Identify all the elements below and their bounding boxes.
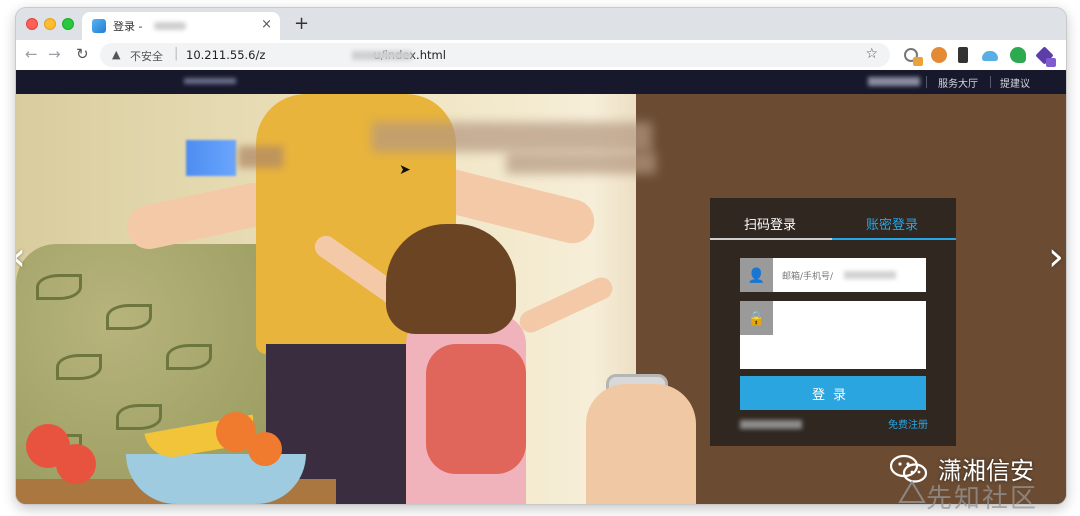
tab-underline: [710, 238, 832, 240]
minimize-window-button[interactable]: [44, 18, 56, 30]
web-page: 服务大厅 提建议 ➤ › 扫码登录 账密登录 👤 邮箱/手机号/ 🔒 登录 免费…: [16, 70, 1066, 504]
close-window-button[interactable]: [26, 18, 38, 30]
site-top-nav: 服务大厅 提建议: [16, 70, 1066, 94]
site-favicon-icon: [92, 19, 106, 33]
illustration-girl-hair: [386, 224, 516, 334]
illustration-fruit: [56, 444, 96, 484]
password-input[interactable]: [773, 301, 926, 335]
back-icon[interactable]: ←: [25, 45, 38, 63]
maximize-window-button[interactable]: [62, 18, 74, 30]
nav-divider: [990, 76, 991, 88]
tab-strip: 登录 - × +: [16, 8, 1066, 40]
mouse-cursor-icon: ➤: [399, 162, 411, 178]
active-tab-underline: [832, 238, 956, 240]
browser-tab[interactable]: 登录 - ×: [82, 12, 280, 40]
extension-cookie-icon[interactable]: [931, 47, 947, 63]
browser-toolbar: ← → ↻ ▲ 不安全 | 10.211.55.6/zu/index.html …: [16, 40, 1066, 70]
login-button[interactable]: 登录: [740, 376, 926, 410]
watermark-subtitle: 先知社区: [926, 484, 1039, 514]
extension-badge: [1046, 58, 1056, 67]
address-bar[interactable]: ▲ 不安全 | 10.211.55.6/zu/index.html ☆: [100, 43, 890, 67]
password-field[interactable]: 🔒: [740, 301, 926, 369]
illustration-backpack: [426, 344, 526, 474]
redacted-logo: [186, 140, 236, 176]
url-separator: |: [174, 46, 179, 61]
redacted-slogan: [506, 152, 656, 174]
security-label[interactable]: 不安全: [130, 48, 163, 64]
new-tab-button[interactable]: +: [294, 13, 309, 34]
user-icon: 👤: [740, 258, 773, 292]
illustration-fruit-bowl: [126, 454, 306, 504]
forward-icon[interactable]: →: [48, 45, 61, 63]
tab-title: 登录 -: [113, 20, 143, 33]
reload-icon[interactable]: ↻: [76, 45, 89, 63]
illustration-father-hand: [586, 384, 696, 504]
username-field[interactable]: 👤 邮箱/手机号/: [740, 258, 926, 292]
close-tab-icon[interactable]: ×: [261, 17, 272, 32]
register-link[interactable]: 免费注册: [888, 416, 928, 431]
carousel-next-icon[interactable]: ›: [1048, 234, 1064, 280]
nav-divider: [926, 76, 927, 88]
xianzhi-logo-icon: [898, 480, 926, 503]
url-redacted: [352, 51, 412, 60]
tab-title-redacted: [154, 22, 186, 30]
bookmark-star-icon[interactable]: ☆: [865, 46, 878, 62]
warning-icon[interactable]: ▲: [112, 48, 120, 61]
forgot-password-link[interactable]: [740, 420, 802, 429]
login-panel: 扫码登录 账密登录 👤 邮箱/手机号/ 🔒 登录 免费注册: [710, 198, 956, 446]
nav-link-suggestion[interactable]: 提建议: [1000, 75, 1030, 90]
extension-badge: [913, 57, 923, 66]
tab-qr-login[interactable]: 扫码登录: [744, 214, 796, 233]
redacted-slogan: [372, 122, 652, 152]
nav-link-redacted[interactable]: [868, 77, 920, 86]
tab-account-login[interactable]: 账密登录: [866, 214, 918, 233]
redacted-text: [238, 146, 283, 168]
nav-link-service-hall[interactable]: 服务大厅: [938, 75, 978, 90]
extension-evernote-icon[interactable]: [1010, 47, 1026, 63]
browser-window: 登录 - × + ← → ↻ ▲ 不安全 | 10.211.55.6/zu/in…: [16, 8, 1066, 504]
extension-cloud-icon[interactable]: [982, 51, 998, 61]
illustration-girl-arm: [516, 273, 616, 337]
carousel-prev-icon[interactable]: ‹: [16, 234, 26, 280]
lock-icon: 🔒: [740, 301, 773, 335]
username-input[interactable]: [773, 258, 926, 292]
extension-pin-icon[interactable]: [958, 47, 968, 63]
illustration-fruit: [248, 432, 282, 466]
site-logo-redacted: [184, 78, 236, 84]
